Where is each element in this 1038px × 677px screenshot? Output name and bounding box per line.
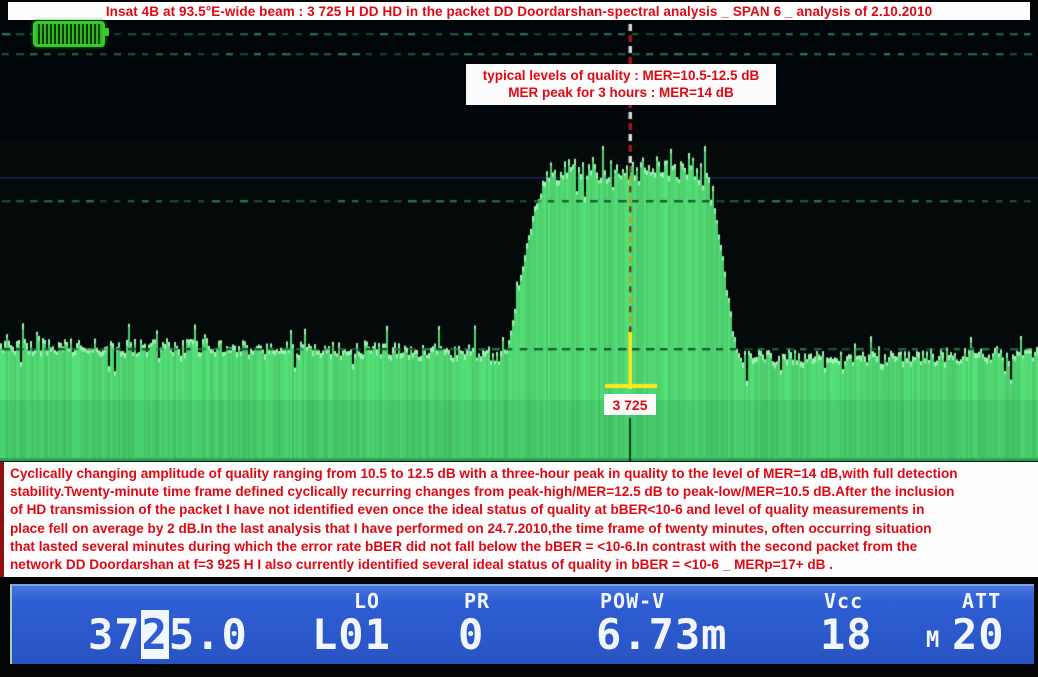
analysis-line: stability.Twenty-minute time frame defin… — [10, 483, 1038, 501]
title-bar: Insat 4B at 93.5°E-wide beam : 3 725 H D… — [8, 2, 1030, 20]
meter-panel: LO PR POW-V Vcc ATT 3725.0 L01 0 6.73m 1… — [10, 584, 1034, 666]
battery-icon — [33, 21, 105, 47]
value-pr: 0 — [458, 610, 484, 659]
bottom-bezel — [0, 664, 1038, 677]
quality-line-2: MER peak for 3 hours : MER=14 dB — [468, 84, 774, 101]
frequency-prefix: 37 — [88, 610, 141, 659]
frequency-field[interactable]: 3725.0 — [88, 610, 248, 659]
frequency-suffix: 5.0 — [169, 610, 248, 659]
analysis-line: of HD transmission of the packet I have … — [10, 501, 1038, 519]
value-att: 20 — [952, 610, 1005, 659]
value-vcc: 18 — [820, 610, 873, 659]
satellite-meter-screen: Insat 4B at 93.5°E-wide beam : 3 725 H D… — [0, 0, 1038, 677]
page-title: Insat 4B at 93.5°E-wide beam : 3 725 H D… — [106, 4, 932, 19]
marker-frequency-label: 3 725 — [604, 394, 656, 415]
analysis-line: network DD Doordarshan at f=3 925 H I al… — [10, 556, 1038, 574]
analysis-text-box: Cyclically changing amplitude of quality… — [0, 462, 1038, 577]
value-att-prefix: M — [926, 628, 940, 653]
analysis-line: Cyclically changing amplitude of quality… — [10, 465, 1038, 483]
value-lo: L01 — [312, 610, 391, 659]
value-pow-v: 6.73m — [596, 610, 727, 659]
frequency-cursor-digit[interactable]: 2 — [141, 610, 169, 659]
quality-annotation: typical levels of quality : MER=10.5-12.… — [466, 64, 776, 105]
analysis-line: that lasted several minutes during which… — [10, 538, 1038, 556]
analysis-line: place fell on average by 2 dB.In the las… — [10, 520, 1038, 538]
quality-line-1: typical levels of quality : MER=10.5-12.… — [468, 67, 774, 84]
